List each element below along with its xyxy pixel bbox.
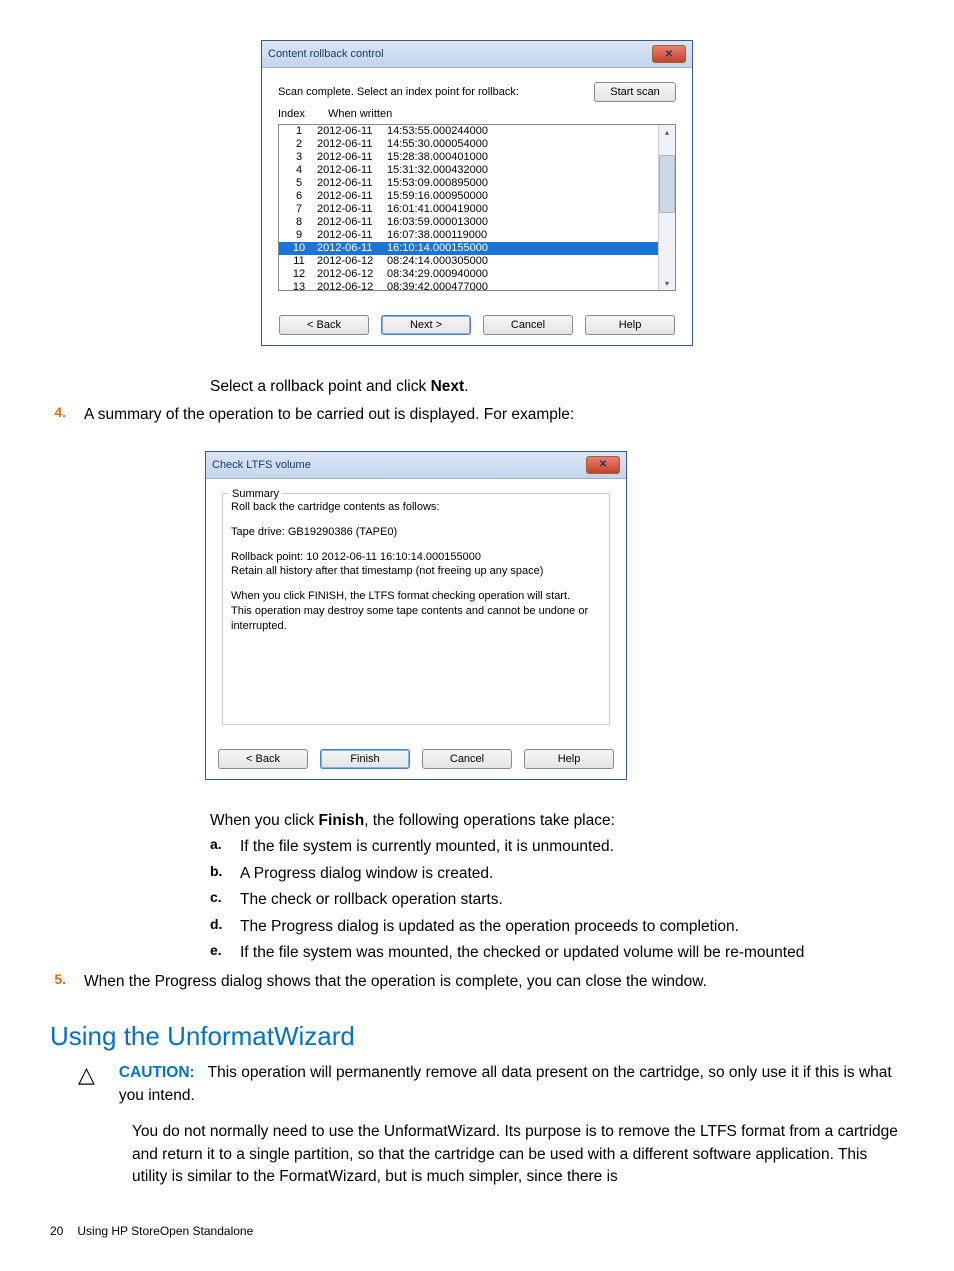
cancel-button[interactable]: Cancel bbox=[483, 315, 573, 335]
summary-line: Rollback point: 10 2012-06-11 16:10:14.0… bbox=[231, 550, 601, 565]
footer-title: Using HP StoreOpen Standalone bbox=[77, 1224, 253, 1238]
col-index: Index bbox=[278, 108, 328, 120]
dialog-footer: < Back Next > Cancel Help bbox=[262, 301, 692, 345]
table-row[interactable]: 72012-06-1116:01:41.000419000 bbox=[279, 203, 658, 216]
list-headers: Index When written bbox=[278, 108, 676, 122]
scroll-down-icon[interactable]: ▾ bbox=[660, 276, 674, 290]
table-row[interactable]: 62012-06-1115:59:16.000950000 bbox=[279, 190, 658, 203]
summary-line: Retain all history after that timestamp … bbox=[231, 564, 601, 579]
table-row[interactable]: 132012-06-1208:39:42.000477000 bbox=[279, 281, 658, 290]
page-number: 20 bbox=[50, 1224, 63, 1238]
finish-button[interactable]: Finish bbox=[320, 749, 410, 769]
start-scan-button[interactable]: Start scan bbox=[594, 82, 676, 102]
summary-line: This operation may destroy some tape con… bbox=[231, 604, 601, 634]
table-row[interactable]: 12012-06-1114:53:55.000244000 bbox=[279, 125, 658, 138]
substep-b: b.A Progress dialog window is created. bbox=[210, 863, 904, 885]
summary-line: Tape drive: GB19290386 (TAPE0) bbox=[231, 525, 601, 540]
titlebar[interactable]: Content rollback control ✕ bbox=[262, 41, 692, 68]
scroll-thumb[interactable] bbox=[659, 155, 675, 213]
table-row[interactable]: 92012-06-1116:07:38.000119000 bbox=[279, 229, 658, 242]
table-row[interactable]: 52012-06-1115:53:09.000895000 bbox=[279, 177, 658, 190]
substep-e: e.If the file system was mounted, the ch… bbox=[210, 942, 904, 964]
step-5: 5. When the Progress dialog shows that t… bbox=[50, 971, 904, 993]
step-number: 5. bbox=[50, 971, 66, 993]
page-footer: 20 Using HP StoreOpen Standalone bbox=[50, 1224, 904, 1238]
step-number: 4. bbox=[50, 404, 66, 426]
summary-line: When you click FINISH, the LTFS format c… bbox=[231, 589, 601, 604]
table-row[interactable]: 112012-06-1208:24:14.000305000 bbox=[279, 255, 658, 268]
caution-label: CAUTION: bbox=[119, 1064, 195, 1081]
dialog-title: Check LTFS volume bbox=[212, 459, 311, 471]
substep-d: d.The Progress dialog is updated as the … bbox=[210, 916, 904, 938]
close-icon[interactable]: ✕ bbox=[652, 45, 686, 63]
dialog-title: Content rollback control bbox=[268, 48, 384, 60]
caution-block: △ CAUTION: This operation will permanent… bbox=[78, 1062, 904, 1107]
step-4: 4. A summary of the operation to be carr… bbox=[50, 404, 904, 426]
table-row[interactable]: 122012-06-1208:34:29.000940000 bbox=[279, 268, 658, 281]
substep-c: c.The check or rollback operation starts… bbox=[210, 889, 904, 911]
body-paragraph: You do not normally need to use the Unfo… bbox=[132, 1121, 904, 1188]
content-rollback-dialog: Content rollback control ✕ Scan complete… bbox=[261, 40, 693, 346]
cancel-button[interactable]: Cancel bbox=[422, 749, 512, 769]
summary-group: Summary Roll back the cartridge contents… bbox=[222, 493, 610, 725]
scroll-up-icon[interactable]: ▴ bbox=[660, 125, 674, 139]
table-row[interactable]: 42012-06-1115:31:32.000432000 bbox=[279, 164, 658, 177]
close-icon[interactable]: ✕ bbox=[586, 456, 620, 474]
next-button[interactable]: Next > bbox=[381, 315, 471, 335]
instruction-text: Select a rollback point and click Next. bbox=[210, 376, 904, 398]
substep-a: a.If the file system is currently mounte… bbox=[210, 836, 904, 858]
instruction-text: When you click Finish, the following ope… bbox=[210, 810, 904, 832]
scrollbar[interactable]: ▴ ▾ bbox=[658, 125, 675, 290]
caution-text: This operation will permanently remove a… bbox=[119, 1064, 892, 1103]
summary-legend: Summary bbox=[229, 487, 282, 502]
back-button[interactable]: < Back bbox=[279, 315, 369, 335]
dialog-footer: < Back Finish Cancel Help bbox=[206, 735, 626, 779]
section-heading: Using the UnformatWizard bbox=[50, 1021, 904, 1052]
rollback-list[interactable]: 12012-06-1114:53:55.00024400022012-06-11… bbox=[278, 124, 676, 291]
summary-line: Roll back the cartridge contents as foll… bbox=[231, 500, 601, 515]
back-button[interactable]: < Back bbox=[218, 749, 308, 769]
help-button[interactable]: Help bbox=[585, 315, 675, 335]
table-row[interactable]: 32012-06-1115:28:38.000401000 bbox=[279, 151, 658, 164]
titlebar[interactable]: Check LTFS volume ✕ bbox=[206, 452, 626, 479]
caution-icon: △ bbox=[78, 1064, 95, 1086]
table-row[interactable]: 82012-06-1116:03:59.000013000 bbox=[279, 216, 658, 229]
scan-message: Scan complete. Select an index point for… bbox=[278, 86, 519, 98]
table-row[interactable]: 102012-06-1116:10:14.000155000 bbox=[279, 242, 658, 255]
table-row[interactable]: 22012-06-1114:55:30.000054000 bbox=[279, 138, 658, 151]
help-button[interactable]: Help bbox=[524, 749, 614, 769]
check-ltfs-dialog: Check LTFS volume ✕ Summary Roll back th… bbox=[205, 451, 627, 780]
col-when: When written bbox=[328, 108, 676, 120]
